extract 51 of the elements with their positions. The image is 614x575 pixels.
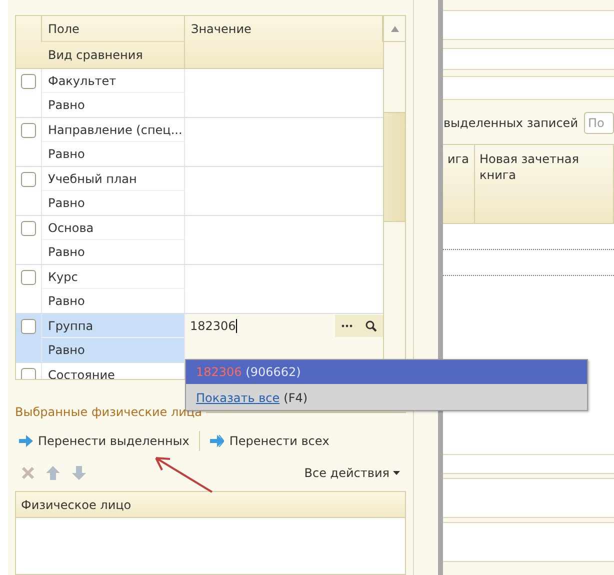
checkbox[interactable] bbox=[21, 368, 36, 379]
checkbox[interactable] bbox=[21, 74, 36, 89]
column-header: Поле bbox=[42, 16, 185, 42]
table-cell: Факультет bbox=[42, 69, 185, 93]
filter-row[interactable]: Направление (спец... Равно bbox=[16, 118, 384, 167]
table-cell: Равно bbox=[42, 93, 185, 117]
search-field[interactable]: По bbox=[584, 112, 614, 134]
label: выделенных записей bbox=[443, 116, 578, 130]
arrow-down-icon bbox=[71, 465, 87, 481]
toolbar-button[interactable]: Перенести всех bbox=[206, 432, 334, 450]
checkbox[interactable] bbox=[21, 123, 36, 138]
autocomplete-item[interactable]: 182306 (906662) bbox=[186, 360, 587, 384]
toolbar-button[interactable]: Перенести выделенных bbox=[15, 432, 194, 450]
checkbox[interactable] bbox=[21, 319, 36, 334]
autocomplete-item[interactable]: Показать все (F4) bbox=[186, 386, 587, 410]
filter-row[interactable]: Группа 182306 Равно bbox=[16, 314, 384, 363]
show-all-link[interactable]: Показать все bbox=[196, 391, 280, 405]
table-cell: Равно bbox=[42, 240, 185, 264]
arrow-up-icon bbox=[45, 465, 61, 481]
filter-row[interactable]: Учебный план Равно bbox=[16, 167, 384, 216]
table-cell: Равно bbox=[42, 289, 185, 313]
column-header: ига bbox=[443, 145, 476, 223]
all-actions-menu[interactable]: Все действия bbox=[298, 465, 406, 481]
table-cell: Курс bbox=[42, 265, 185, 289]
table-cell: Учебный план bbox=[42, 167, 185, 191]
search-icon bbox=[365, 320, 378, 332]
checkbox[interactable] bbox=[21, 270, 36, 285]
checkbox[interactable] bbox=[21, 221, 36, 236]
column-header: Вид сравнения bbox=[42, 42, 185, 68]
arrow-right-icon bbox=[210, 435, 224, 447]
checkbox[interactable] bbox=[21, 172, 36, 187]
splitter[interactable] bbox=[438, 0, 444, 575]
column-header: Физическое лицо bbox=[16, 492, 406, 518]
column-header: Новая зачетная книга bbox=[475, 145, 614, 223]
search-button[interactable] bbox=[359, 315, 384, 337]
table-cell: Направление (спец... bbox=[42, 118, 185, 142]
arrow-right-icon bbox=[19, 435, 33, 447]
move-up-button[interactable] bbox=[45, 465, 61, 481]
caret-icon bbox=[393, 471, 400, 475]
scroll-up-icon bbox=[390, 26, 399, 32]
ellipsis-icon bbox=[341, 324, 354, 328]
close-icon bbox=[21, 466, 35, 480]
ellipsis-button[interactable] bbox=[335, 315, 360, 337]
filter-row[interactable]: Факультет Равно bbox=[16, 69, 384, 118]
move-down-button[interactable] bbox=[71, 465, 87, 481]
delete-button[interactable] bbox=[21, 466, 35, 480]
filter-row[interactable]: Основа Равно bbox=[16, 216, 384, 265]
table-cell: Равно bbox=[42, 142, 185, 166]
table-cell: Основа bbox=[42, 216, 185, 240]
table-cell: Равно bbox=[42, 191, 185, 215]
filter-row[interactable]: Курс Равно bbox=[16, 265, 384, 314]
